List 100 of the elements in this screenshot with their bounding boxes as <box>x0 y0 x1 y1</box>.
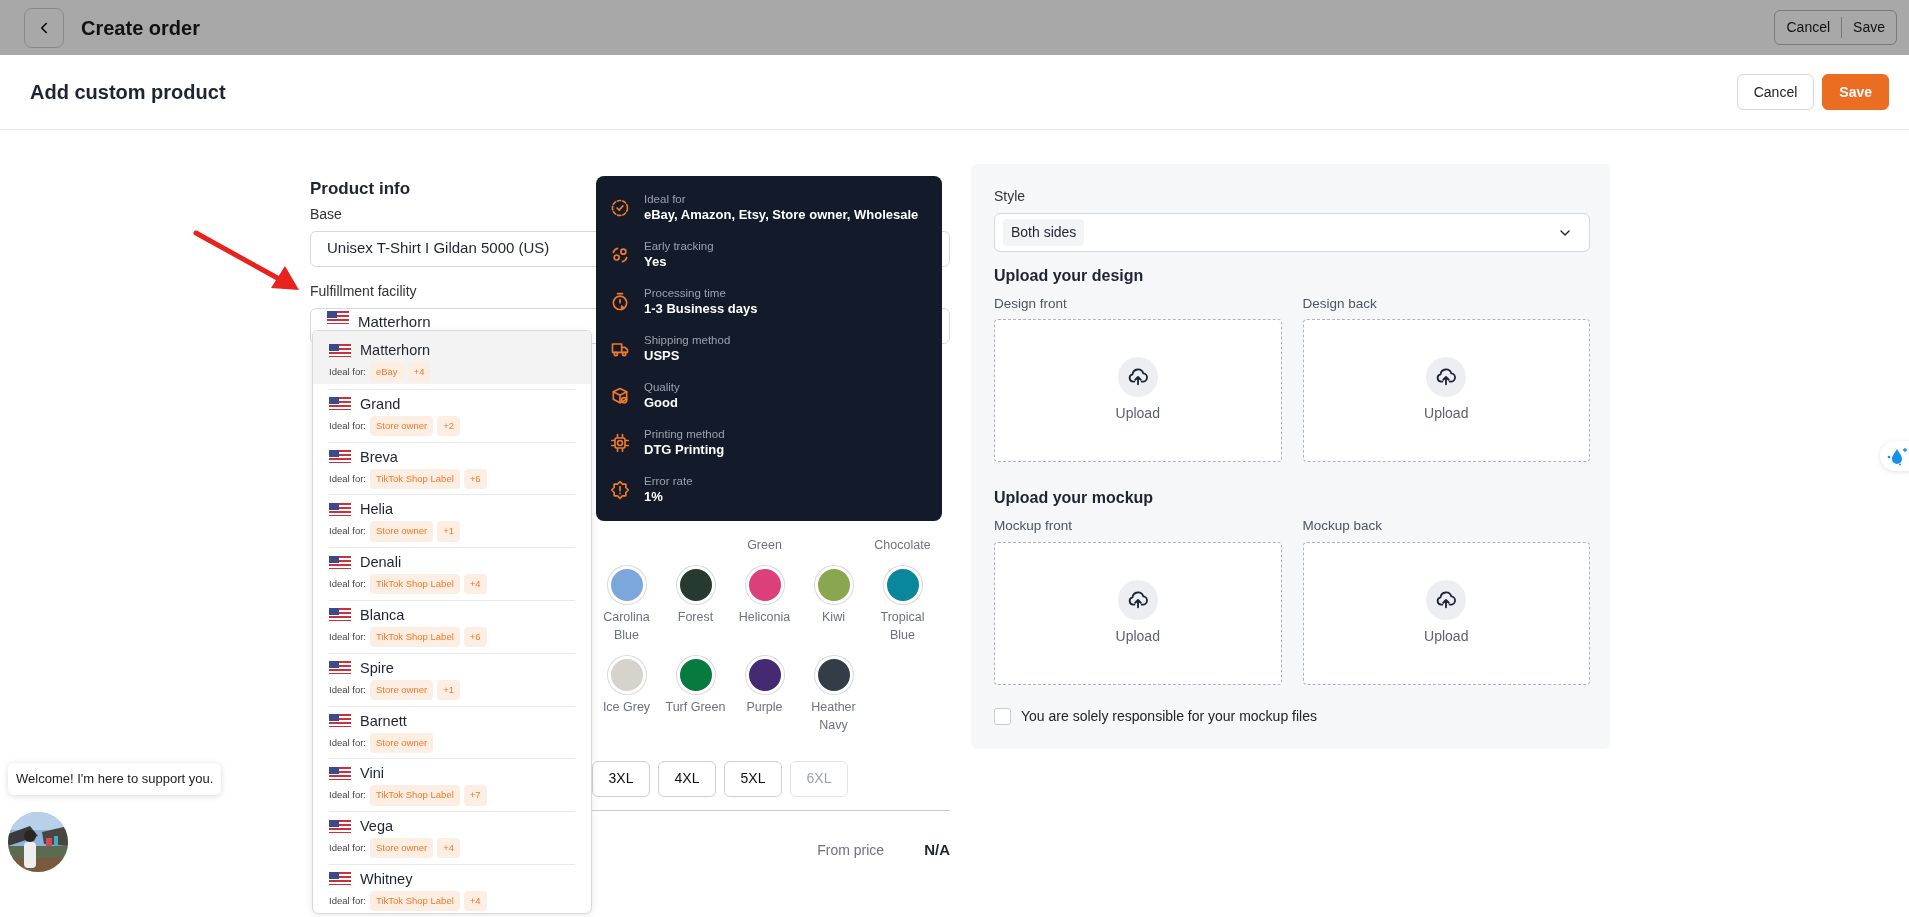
flag-icon <box>329 608 351 622</box>
dropdown-item[interactable]: Vega Ideal for: Store owner +4 <box>313 806 591 859</box>
info-value: Good <box>644 393 679 412</box>
dropdown-item[interactable]: Denali Ideal for: TikTok Shop Label +4 <box>313 542 591 595</box>
checkbox[interactable] <box>994 707 1011 725</box>
flag-icon <box>327 310 349 324</box>
flag-icon <box>329 872 351 886</box>
ideal-label: Ideal for: <box>329 471 366 486</box>
color-swatch[interactable] <box>745 655 784 694</box>
price-label: From price <box>817 840 885 860</box>
section-heading: Product info <box>310 178 411 200</box>
facility-name: Grand <box>360 394 401 413</box>
color-swatch[interactable] <box>676 565 715 604</box>
flag-icon <box>329 766 351 780</box>
flag-icon <box>329 714 351 728</box>
facility-name: Spire <box>360 658 394 677</box>
tag: +4 <box>463 574 487 595</box>
upload-dropzone[interactable]: Upload <box>1302 541 1590 685</box>
header-button[interactable]: Cancel <box>1775 17 1842 38</box>
size-button[interactable]: 5XL <box>724 760 782 797</box>
check-icon <box>610 197 630 218</box>
color-label: Heather Navy <box>810 698 857 734</box>
ideal-label: Ideal for: <box>329 893 366 908</box>
ideal-label: Ideal for: <box>329 682 366 697</box>
field-label: Style <box>994 187 1026 206</box>
tag: +4 <box>407 362 431 383</box>
facility-name: Vini <box>360 764 384 783</box>
field-label: Base <box>310 204 342 224</box>
dropdown-item[interactable]: Vini Ideal for: TikTok Shop Label +7 <box>313 753 591 807</box>
dropdown-item[interactable]: Helia Ideal for: Store owner +1 <box>313 489 591 543</box>
facility-name: Helia <box>360 500 394 519</box>
tag: TikTok Shop Label <box>369 890 460 912</box>
select-value: Both sides <box>1003 219 1085 246</box>
color-label: Green <box>747 536 782 554</box>
tag: +6 <box>463 627 487 648</box>
info-label: Error rate <box>644 473 693 488</box>
color-swatch[interactable] <box>607 655 646 694</box>
color-swatch[interactable] <box>883 565 922 604</box>
style-select[interactable]: Both sides <box>994 213 1590 252</box>
tag: Store owner <box>369 679 434 701</box>
info-value: DTG Printing <box>644 440 725 459</box>
tag: +7 <box>463 785 487 806</box>
ideal-label: Ideal for: <box>329 418 366 433</box>
tag: Store owner <box>369 838 434 859</box>
tag: +4 <box>437 838 461 859</box>
info-label: Early tracking <box>644 238 714 253</box>
dropdown-item[interactable]: Barnett Ideal for: Store owner <box>313 700 591 754</box>
flag-icon <box>329 502 351 516</box>
tag: TikTok Shop Label <box>369 468 460 489</box>
water-drop-icon[interactable] <box>1886 446 1908 466</box>
field-label: Mockup front <box>994 517 1074 536</box>
color-swatch[interactable] <box>745 565 784 604</box>
facility-name: Breva <box>360 447 398 466</box>
ideal-label: Ideal for: <box>329 735 366 750</box>
cancel-button[interactable]: Cancel <box>1736 74 1815 110</box>
section-heading: Upload your design <box>994 266 1145 286</box>
tag: Store owner <box>369 415 434 437</box>
color-label: Heliconia <box>737 608 792 626</box>
chat-bubble: Welcome! I'm here to support you. <box>8 763 222 795</box>
color-label: Carolina Blue <box>602 608 651 644</box>
flag-icon <box>329 343 351 357</box>
facility-name: Whitney <box>360 869 413 888</box>
upload-dropzone[interactable]: Upload <box>994 541 1282 685</box>
dropdown-item[interactable]: Blanca Ideal for: TikTok Shop Label +6 <box>313 595 591 648</box>
header-button[interactable]: Save <box>1841 17 1896 38</box>
dropdown-item[interactable]: Matterhorn Ideal for: eBay +4 <box>313 331 591 384</box>
tag: +1 <box>437 521 461 542</box>
info-value: USPS <box>644 346 681 365</box>
size-button[interactable]: 4XL <box>658 760 716 797</box>
dropdown-item[interactable]: Breva Ideal for: TikTok Shop Label +6 <box>313 436 591 490</box>
tag: TikTok Shop Label <box>369 785 460 806</box>
dropdown-item[interactable]: Spire Ideal for: Store owner +1 <box>313 647 591 701</box>
timer-icon <box>610 291 630 312</box>
upload-dropzone[interactable]: Upload <box>1302 319 1590 463</box>
modal-title: Add custom product <box>30 80 226 105</box>
size-button[interactable]: 3XL <box>592 760 650 797</box>
alert-icon <box>610 479 630 500</box>
field-label: Mockup back <box>1302 517 1384 536</box>
facility-name: Blanca <box>360 606 405 624</box>
tag: Store owner <box>369 521 434 542</box>
color-swatch[interactable] <box>814 565 853 604</box>
ideal-label: Ideal for: <box>329 577 366 592</box>
info-value: eBay, Amazon, Etsy, Store owner, Wholesale <box>644 205 919 224</box>
upload-dropzone[interactable]: Upload <box>994 319 1282 463</box>
color-swatch[interactable] <box>814 655 853 694</box>
ideal-label: Ideal for: <box>329 365 366 379</box>
upload-label: Upload <box>1115 404 1160 424</box>
dropdown-item[interactable]: Whitney Ideal for: TikTok Shop Label +4 <box>313 858 591 912</box>
select-value: Matterhorn <box>358 311 431 332</box>
tag: Store owner <box>369 732 434 753</box>
color-swatch[interactable] <box>676 655 715 694</box>
field-label: Design front <box>994 295 1068 313</box>
color-label: Chocolate <box>874 536 931 554</box>
color-swatch[interactable] <box>607 565 646 604</box>
tracking-icon <box>610 244 630 265</box>
upload-label: Upload <box>1115 626 1160 646</box>
dropdown-item[interactable]: Grand Ideal for: Store owner +2 <box>313 383 591 437</box>
facility-name: Matterhorn <box>360 341 431 359</box>
flag-icon <box>329 555 351 569</box>
price-value: N/A <box>924 839 950 860</box>
